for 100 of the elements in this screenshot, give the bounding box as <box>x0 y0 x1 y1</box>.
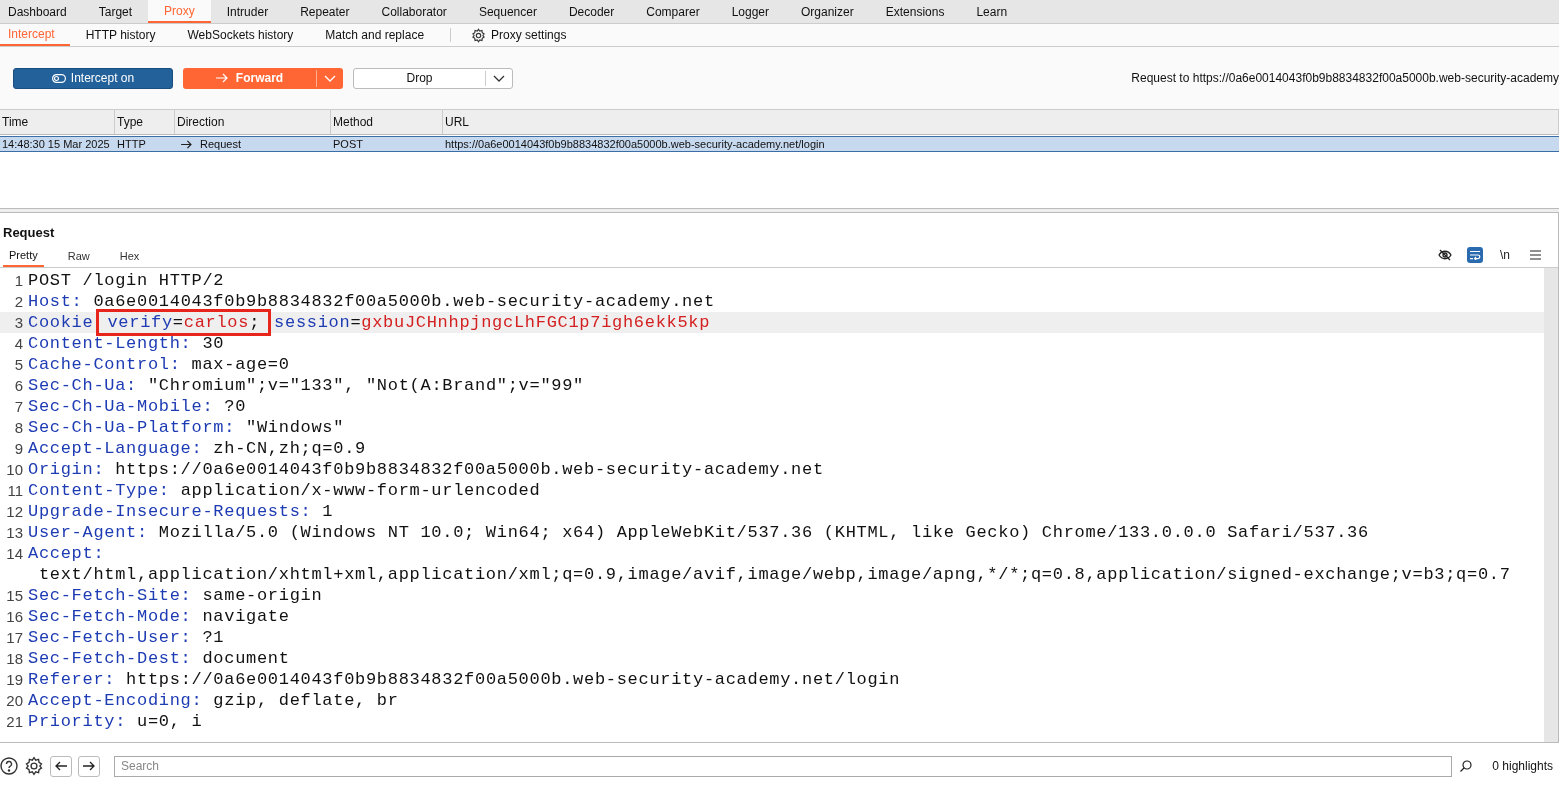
code-text: ; <box>249 311 261 333</box>
column-header[interactable]: URL <box>443 110 1559 134</box>
header-name: Priority: <box>28 710 127 732</box>
newline-toggle[interactable]: \n <box>1497 246 1513 263</box>
code-text: navigate <box>201 605 290 627</box>
header-name: Content-Length: <box>28 332 192 354</box>
line-number: 15 <box>5 585 24 606</box>
code-text: document <box>201 647 290 669</box>
code-text: https://0a6e0014043f0b9b8834832f00a5000b.web-security-academy.net/login <box>125 668 901 690</box>
cookie-name: verify <box>107 311 173 333</box>
header-name: Accept: <box>28 542 105 564</box>
arrow-left-icon <box>55 761 67 771</box>
tab[interactable]: HTTP history <box>69 24 172 46</box>
line-number: 18 <box>5 648 24 669</box>
table-cell-text: Request <box>200 136 241 152</box>
header-name: Cache-Control: <box>28 353 181 375</box>
line-number: 12 <box>5 501 24 522</box>
column-header[interactable]: Method <box>331 110 443 134</box>
line-number: 21 <box>5 711 24 732</box>
tab[interactable]: Raw <box>61 246 96 267</box>
table-cell-text: 14:48:30 15 Mar 2025 <box>2 136 110 152</box>
table-cell-text: HTTP <box>117 136 146 152</box>
code-text: application/x-www-form-urlencoded <box>179 479 541 501</box>
wrap-toggle[interactable] <box>1467 246 1483 263</box>
column-header[interactable]: Direction <box>175 110 331 134</box>
tab[interactable]: Extensions <box>869 0 961 23</box>
line-number: 14 <box>5 543 24 564</box>
search-icon[interactable] <box>1460 760 1473 772</box>
drop-split-button[interactable]: Drop <box>353 67 513 89</box>
tab[interactable]: Comparer <box>630 0 716 23</box>
menu-icon <box>1529 249 1541 260</box>
header-name: Sec-Fetch-User: <box>28 626 192 648</box>
code-text: = <box>350 311 362 333</box>
forward-nav-button[interactable] <box>78 755 100 777</box>
line-number: 16 <box>5 606 24 627</box>
header-name: Sec-Ch-Ua-Platform: <box>28 416 236 438</box>
proxy-settings-button[interactable]: Proxy settings <box>461 24 577 46</box>
code-text: https://0a6e0014043f0b9b8834832f00a5000b.web-security-academy.net <box>114 458 824 480</box>
arrow-right-icon <box>215 73 228 83</box>
header-name: Host: <box>28 290 83 312</box>
line-number: 20 <box>5 690 24 711</box>
search-field[interactable]: Search <box>114 755 1453 777</box>
code-text: u=0, i <box>136 710 203 732</box>
tab[interactable]: WebSockets history <box>171 24 310 46</box>
header-name: Upgrade-Insecure-Requests: <box>28 500 312 522</box>
tab[interactable]: Target <box>82 0 149 23</box>
cookie-value: gxbuJCHnhpjngcLhFGC1p7igh6ekk5kp <box>361 311 711 333</box>
tab[interactable]: Organizer <box>785 0 870 23</box>
line-number: 1 <box>13 270 24 291</box>
header-name: Sec-Fetch-Site: <box>28 584 192 606</box>
code-text: same-origin <box>201 584 323 606</box>
line-number: 19 <box>5 669 24 690</box>
panel-title: Request <box>3 224 56 242</box>
header-name: Sec-Fetch-Mode: <box>28 605 192 627</box>
code-text: ?1 <box>201 626 225 648</box>
intercept-toggle-button[interactable]: Intercept on <box>13 67 173 89</box>
code-text: = <box>172 311 184 333</box>
header-name: User-Agent: <box>28 521 148 543</box>
tab[interactable]: Learn <box>960 0 1024 23</box>
table-row[interactable]: 14:48:30 15 Mar 2025 HTTP Request POST https://0a6e0014043f0b9b8834832f00a5000b.web-security-academy.net/login <box>0 136 1559 152</box>
eye-slash-icon <box>1438 248 1452 261</box>
code-text: max-age=0 <box>190 353 290 375</box>
line-number: 8 <box>13 417 24 438</box>
settings-icon[interactable] <box>24 756 44 776</box>
column-header[interactable]: Type <box>115 110 175 134</box>
help-icon[interactable] <box>0 757 18 775</box>
line-number: 4 <box>13 333 24 354</box>
wrap-icon <box>1469 249 1481 260</box>
code-text: 30 <box>201 332 225 354</box>
arrow-right-icon <box>83 761 95 771</box>
cookie-name: session <box>274 311 351 333</box>
code-text: POST /login HTTP/2 <box>28 269 225 291</box>
scrollbar[interactable] <box>1544 267 1558 742</box>
code-text: gzip, deflate, br <box>212 689 399 711</box>
request-url-text: Request to https://0a6e0014043f0b9b8834832f00a5000b.web-security-academy <box>1131 70 1559 87</box>
tab[interactable]: Sequencer <box>462 0 553 23</box>
tab[interactable]: Decoder <box>552 0 631 23</box>
toggle-icon <box>51 73 66 83</box>
header-name: Accept-Encoding: <box>28 689 203 711</box>
line-number: 6 <box>13 375 24 396</box>
tab[interactable]: Repeater <box>284 0 366 23</box>
header-name: Sec-Fetch-Dest: <box>28 647 192 669</box>
header-name: Accept-Language: <box>28 437 203 459</box>
header-name: Referer: <box>28 668 116 690</box>
line-number: 10 <box>5 459 24 480</box>
tab[interactable]: Logger <box>715 0 785 23</box>
line-number: 7 <box>13 396 24 417</box>
code-text: "Windows" <box>245 416 345 438</box>
table-cell-text: POST <box>333 136 363 152</box>
tab[interactable]: Collaborator <box>365 0 463 23</box>
drop-button[interactable]: Drop <box>354 68 485 88</box>
tab[interactable]: Match and replace <box>309 24 441 46</box>
tab[interactable]: Pretty <box>3 246 44 267</box>
header-name: Sec-Ch-Ua-Mobile: <box>28 395 214 417</box>
tab[interactable]: Dashboard <box>0 0 83 23</box>
column-header[interactable]: Time <box>0 110 115 134</box>
back-button[interactable] <box>50 755 72 777</box>
tab[interactable]: Intruder <box>210 0 285 23</box>
tab[interactable]: Hex <box>113 246 146 267</box>
line-number: 9 <box>13 438 24 459</box>
